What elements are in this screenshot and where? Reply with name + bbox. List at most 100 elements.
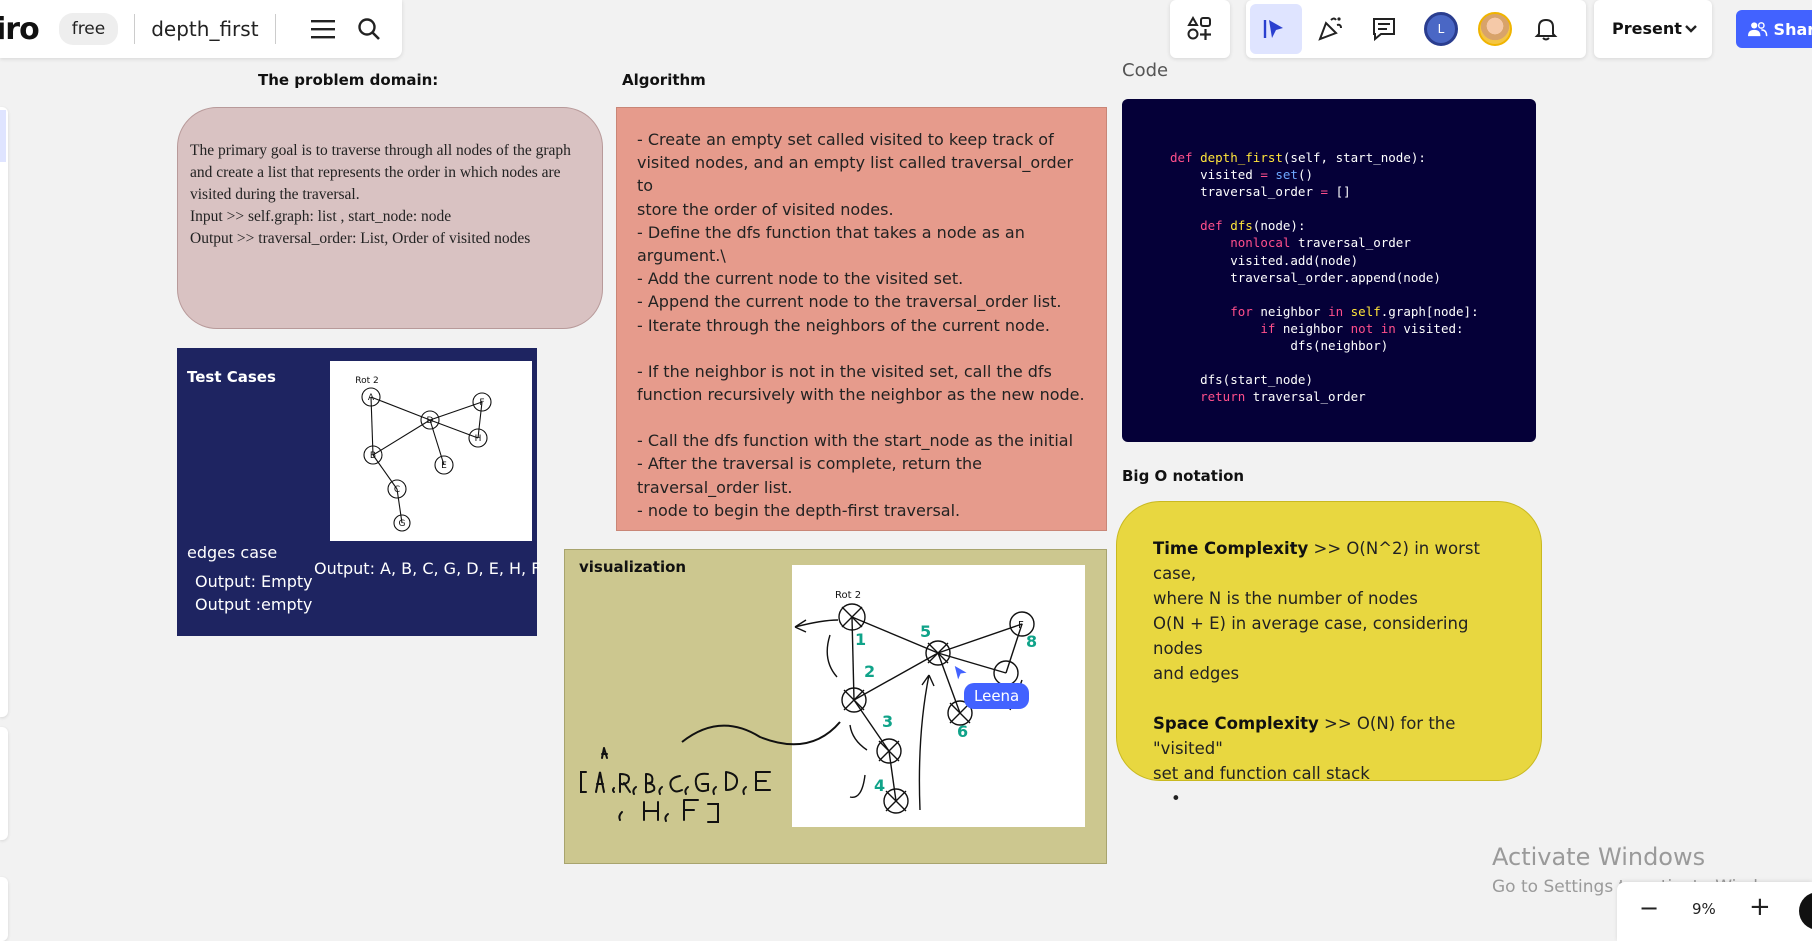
problem-line: Output >> traversal_order: List, Order o… <box>190 230 531 247</box>
visualization-title: visualization <box>579 558 687 576</box>
code-line: dfs(start_node) <box>1170 372 1313 388</box>
apps-icon[interactable] <box>1180 9 1220 49</box>
bigo-space-line: Space Complexity >> O(N) for the "visite… <box>1153 711 1511 761</box>
code-line: traversal_order = [] <box>1170 184 1351 200</box>
svg-text:5: 5 <box>920 622 931 641</box>
algorithm-line: - Call the dfs function with the start_n… <box>637 431 1074 451</box>
arrow-stroke <box>680 702 880 766</box>
algorithm-heading: Algorithm <box>622 71 706 89</box>
algorithm-line: - After the traversal is complete, retur… <box>637 454 982 474</box>
left-toolbar-undo[interactable] <box>0 877 8 941</box>
code-line: def depth_first(self, start_node): <box>1170 150 1426 165</box>
toolbar-divider <box>134 14 136 44</box>
algorithm-line: - Add the current node to the visited se… <box>637 269 964 289</box>
share-button[interactable]: Share <box>1736 10 1812 48</box>
code-line: return traversal_order <box>1200 389 1366 405</box>
svg-text:G: G <box>399 519 406 529</box>
problem-sticky-note[interactable]: The primary goal is to traverse through … <box>177 107 603 329</box>
svg-text:3: 3 <box>882 712 893 731</box>
algorithm-line: - node to begin the depth-first traversa… <box>637 500 961 520</box>
apps-toolbar <box>1170 0 1230 58</box>
share-label: Share <box>1773 19 1812 39</box>
left-toolbar-secondary[interactable] <box>0 727 8 840</box>
algorithm-line: - Iterate through the neighbors of the c… <box>637 315 1050 335</box>
bigo-time-line: Time Complexity >> O(N^2) in worst case, <box>1153 536 1511 586</box>
search-icon[interactable] <box>354 14 384 44</box>
activate-windows-title: Activate Windows <box>1492 843 1706 871</box>
bigo-line: where N is the number of nodes <box>1153 589 1418 608</box>
algorithm-line: - Define the dfs function that takes a n… <box>637 222 1025 242</box>
test-graph-sketch[interactable]: Rot 2 A D F H E B C G <box>330 361 532 541</box>
code-line: for neighbor in self.graph[node]: <box>1230 303 1479 319</box>
svg-text:1: 1 <box>855 630 866 649</box>
test-cases-title: Test Cases <box>187 368 276 386</box>
test-output-main: Output: A, B, C, G, D, E, H, F <box>314 559 541 578</box>
test-output-empty: Output :empty <box>195 595 313 614</box>
visualization-graph-sketch[interactable]: 5 2 3 4 1 8 6 Rot 2 F <box>792 565 1085 827</box>
algorithm-line: traversal_order list. <box>637 477 793 497</box>
menu-icon[interactable] <box>308 14 338 44</box>
chevron-down-icon[interactable] <box>1674 9 1708 49</box>
collaborator-avatar[interactable] <box>1478 12 1512 46</box>
svg-text:8: 8 <box>1026 632 1037 651</box>
svg-text:H: H <box>475 434 482 444</box>
algorithm-line: - If the neighbor is not in the visited … <box>637 361 1052 381</box>
problem-line: The primary goal is to traverse through … <box>190 142 571 159</box>
algorithm-line <box>637 337 1086 360</box>
help-icon[interactable] <box>1799 892 1812 930</box>
algorithm-line: - Create an empty set called visited to … <box>637 130 1054 149</box>
collaborator-cursor-label: Leena <box>964 683 1030 709</box>
board-name[interactable]: depth_first <box>151 17 258 41</box>
app-logo[interactable]: iro <box>0 12 40 47</box>
bigo-line: set and function call stack <box>1153 764 1370 783</box>
zoom-out-button[interactable]: − <box>1639 894 1659 922</box>
code-line: traversal_order.append(node) <box>1170 269 1441 285</box>
algorithm-line: function recursively with the neighbor a… <box>637 385 1085 405</box>
svg-text:C: C <box>394 485 400 495</box>
zoom-in-button[interactable]: + <box>1749 892 1771 922</box>
algorithm-line: - Append the current node to the travers… <box>637 292 1062 312</box>
problem-line: Input >> self.graph: list , start_node: … <box>190 208 452 225</box>
left-toolbar-active-tool[interactable] <box>0 110 6 162</box>
users-icon <box>1748 22 1768 37</box>
bigo-spacer <box>1153 686 1511 711</box>
problem-line: and create a list that represents the or… <box>190 164 561 181</box>
notifications-bell-icon[interactable] <box>1526 9 1566 49</box>
code-line: nonlocal traversal_order <box>1230 235 1411 251</box>
code-block[interactable]: def depth_first(self, start_node): visit… <box>1122 99 1536 442</box>
zoom-level[interactable]: 9% <box>1692 900 1716 918</box>
time-complexity-label: Time Complexity <box>1153 539 1309 558</box>
bigo-bullet: • <box>1171 789 1181 808</box>
edges-case-label: edges case <box>187 543 278 562</box>
code-line: dfs(neighbor) <box>1170 338 1389 354</box>
bigo-line: and edges <box>1153 664 1240 683</box>
code-line: visited = set() <box>1170 167 1314 183</box>
bigo-heading: Big O notation <box>1122 467 1245 485</box>
algorithm-line: visited nodes, and an empty list called … <box>637 153 1079 196</box>
test-output-empty: Output: Empty <box>195 572 313 591</box>
svg-text:E: E <box>441 461 447 471</box>
zoom-controls: − 9% + <box>1617 882 1812 941</box>
collaboration-toolbar: L <box>1246 0 1586 58</box>
celebrate-icon[interactable] <box>1310 9 1350 49</box>
comment-icon[interactable] <box>1364 9 1404 49</box>
algorithm-line: store the order of visited nodes. <box>637 199 894 219</box>
svg-text:F: F <box>479 398 484 408</box>
algorithm-sticky-note[interactable]: - Create an empty set called visited to … <box>616 107 1107 531</box>
board-toolbar: iro free depth_first <box>0 0 402 58</box>
code-line: if neighbor not in visited: <box>1260 320 1464 336</box>
collaborator-cursor-icon <box>952 663 970 687</box>
big-o-sticky-note[interactable]: Time Complexity >> O(N^2) in worst case,… <box>1116 501 1542 808</box>
svg-text:B: B <box>370 451 376 461</box>
user-avatar[interactable]: L <box>1424 12 1458 46</box>
present-menu: Present <box>1594 0 1712 58</box>
code-line: visited.add(node) <box>1170 252 1359 268</box>
present-button[interactable]: Present <box>1612 19 1682 38</box>
plan-badge[interactable]: free <box>58 13 119 45</box>
problem-heading: The problem domain: <box>258 71 439 89</box>
left-toolbar[interactable] <box>0 107 8 717</box>
reactions-cursor-icon[interactable] <box>1250 4 1302 54</box>
algorithm-line: argument.\ <box>637 246 726 266</box>
